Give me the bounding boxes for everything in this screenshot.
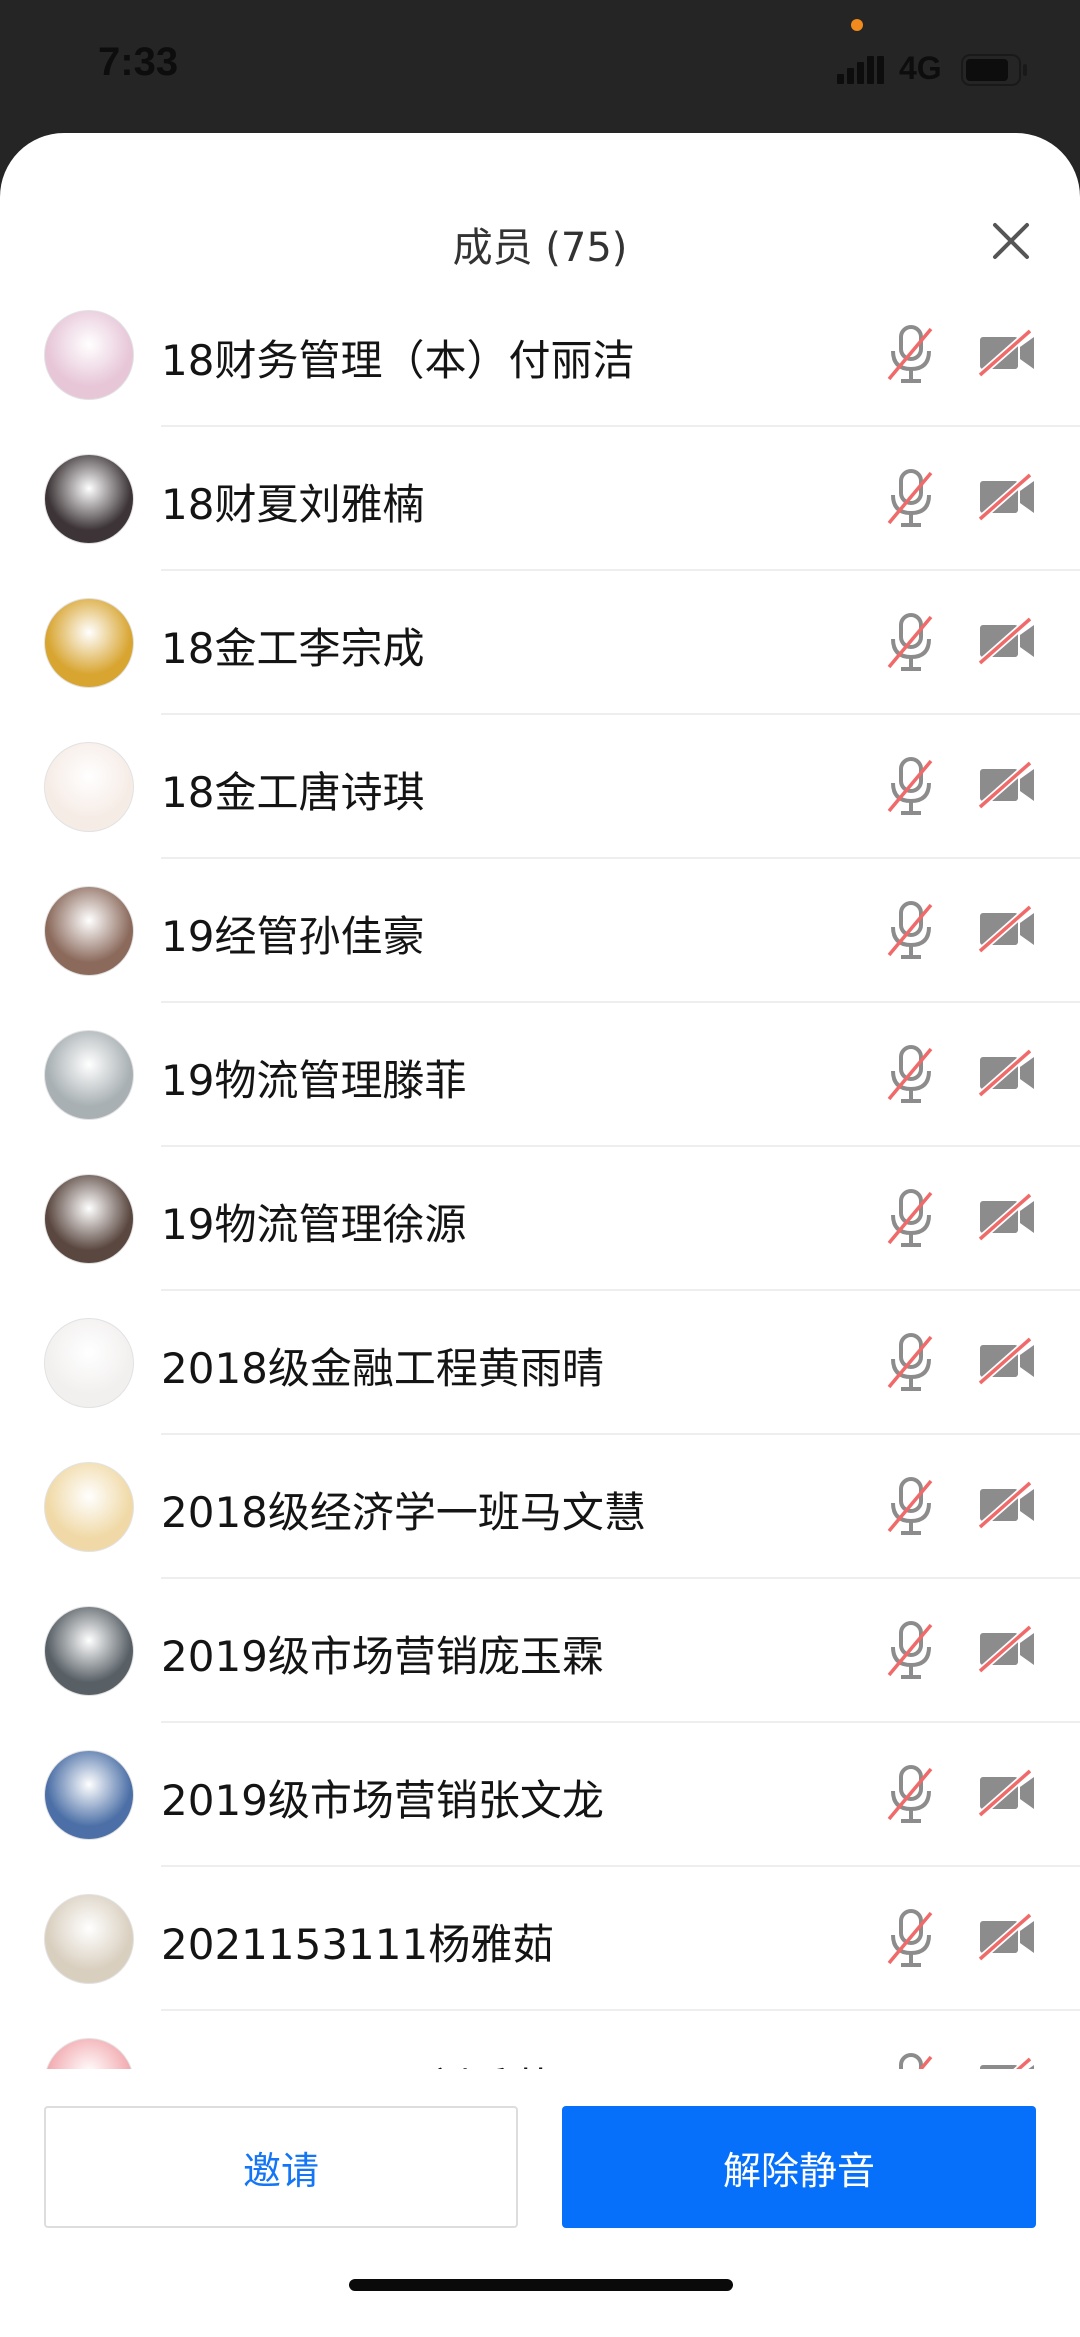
mic-off-icon[interactable]	[883, 899, 939, 963]
sheet-title: 成员 (75)	[452, 225, 628, 271]
mic-off-icon[interactable]	[883, 755, 939, 819]
mic-off-icon[interactable]	[883, 1475, 939, 1539]
member-row[interactable]: 18财夏刘雅楠	[0, 427, 1080, 571]
camera-off-icon[interactable]	[977, 1912, 1036, 1962]
member-row[interactable]: 19物流管理滕菲	[0, 1003, 1080, 1147]
member-name: 18财夏刘雅楠	[161, 480, 425, 529]
member-name: 2018级经济学一班马文慧	[161, 1488, 646, 1537]
avatar-photo-icon	[44, 1750, 134, 1840]
camera-off-icon[interactable]	[977, 1336, 1036, 1386]
camera-off-icon[interactable]	[977, 328, 1036, 378]
mic-off-icon[interactable]	[883, 1187, 939, 1251]
mic-off-icon[interactable]	[883, 323, 939, 387]
member-name: 18金工唐诗琪	[161, 768, 425, 817]
battery-icon	[961, 54, 1027, 86]
member-row[interactable]: 19物流管理徐源	[0, 1147, 1080, 1291]
close-icon[interactable]	[985, 215, 1037, 267]
camera-off-icon[interactable]	[977, 1624, 1036, 1674]
member-name: 18财务管理（本）付丽洁	[161, 336, 635, 385]
member-name: 19物流管理滕菲	[161, 1056, 467, 1105]
member-name: 2019级市场营销庞玉霖	[161, 1632, 604, 1681]
mic-off-icon[interactable]	[883, 1619, 939, 1683]
member-row[interactable]: 2018级经济学一班马文慧	[0, 1435, 1080, 1579]
member-row[interactable]: 2019级市场营销张文龙	[0, 1723, 1080, 1867]
member-row[interactable]: 2021153111杨雅茹	[0, 1867, 1080, 2011]
member-name: 19物流管理徐源	[161, 1200, 467, 1249]
avatar-cartoon-icon	[44, 1462, 134, 1552]
home-indicator	[349, 2279, 733, 2291]
avatar-illustration-icon	[44, 1318, 134, 1408]
camera-off-icon[interactable]	[977, 760, 1036, 810]
status-bar: 7:33 4G	[0, 0, 1080, 135]
invite-button[interactable]: 邀请	[44, 2106, 518, 2228]
member-name: 2018级金融工程黄雨晴	[161, 1344, 604, 1393]
mic-off-icon[interactable]	[883, 1763, 939, 1827]
members-sheet: 成员 (75) 18财务管理（本）付丽洁 18财夏刘雅楠 18金工李宗成 18金工唐诗…	[0, 133, 1080, 2337]
avatar-photo-icon	[44, 886, 134, 976]
status-time: 7:33	[98, 40, 179, 84]
member-row[interactable]: 18财务管理（本）付丽洁	[0, 283, 1080, 427]
member-name: 2021153111杨雅茹	[161, 1920, 555, 1969]
network-type: 4G	[899, 50, 942, 86]
camera-off-icon[interactable]	[977, 472, 1036, 522]
member-row[interactable]: 2018级金融工程黄雨晴	[0, 1291, 1080, 1435]
signal-icon	[837, 56, 884, 84]
member-list[interactable]: 18财务管理（本）付丽洁 18财夏刘雅楠 18金工李宗成 18金工唐诗琪 19经管孙佳豪…	[0, 283, 1080, 2207]
avatar-dog-icon	[44, 1894, 134, 1984]
member-row[interactable]: 19经管孙佳豪	[0, 859, 1080, 1003]
avatar-anime-icon	[44, 742, 134, 832]
camera-off-icon[interactable]	[977, 904, 1036, 954]
avatar-costume-icon	[44, 310, 134, 400]
mic-off-icon[interactable]	[883, 1331, 939, 1395]
unmute-button[interactable]: 解除静音	[562, 2106, 1036, 2228]
camera-off-icon[interactable]	[977, 1768, 1036, 1818]
member-row[interactable]: 18金工李宗成	[0, 571, 1080, 715]
mic-off-icon[interactable]	[883, 1043, 939, 1107]
member-name: 19经管孙佳豪	[161, 912, 425, 961]
mic-off-icon[interactable]	[883, 1907, 939, 1971]
camera-off-icon[interactable]	[977, 1480, 1036, 1530]
avatar-photo-icon	[44, 1606, 134, 1696]
avatar-panda-icon	[44, 1030, 134, 1120]
camera-off-icon[interactable]	[977, 1192, 1036, 1242]
action-bar: 邀请 解除静音	[0, 2069, 1080, 2239]
member-row[interactable]: 18金工唐诗琪	[0, 715, 1080, 859]
camera-off-icon[interactable]	[977, 616, 1036, 666]
avatar-cartoon-icon	[44, 598, 134, 688]
member-row[interactable]: 2019级市场营销庞玉霖	[0, 1579, 1080, 1723]
avatar-photo-icon	[44, 454, 134, 544]
mic-off-icon[interactable]	[883, 611, 939, 675]
member-name: 18金工李宗成	[161, 624, 425, 673]
avatar-photo-icon	[44, 1174, 134, 1264]
member-name: 2019级市场营销张文龙	[161, 1776, 604, 1825]
mic-off-icon[interactable]	[883, 467, 939, 531]
privacy-indicator	[851, 19, 863, 31]
camera-off-icon[interactable]	[977, 1048, 1036, 1098]
